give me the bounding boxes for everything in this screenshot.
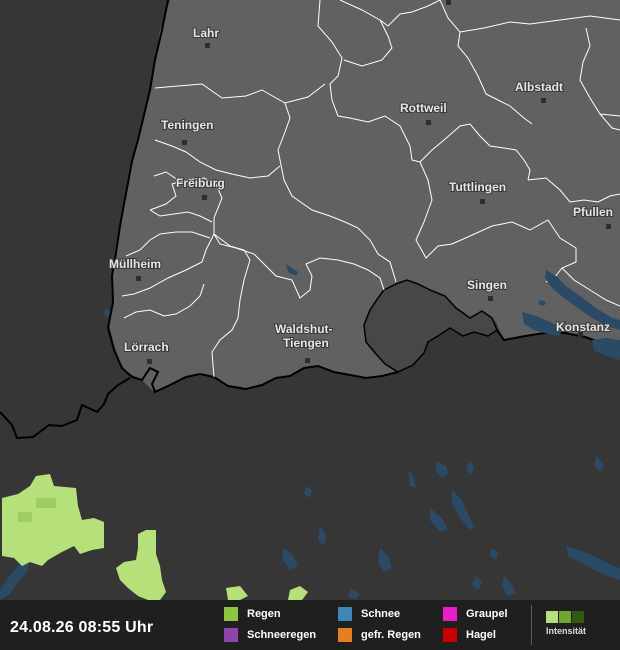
city-label-tiengen: Tiengen [283, 336, 329, 350]
radar-timestamp: 24.08.26 08:55 Uhr [10, 619, 154, 636]
legend-item-gefr-regen: gefr. Regen [338, 627, 421, 643]
city-label-tuttlingen: Tuttlingen [449, 180, 506, 194]
legend-label: Regen [247, 608, 281, 620]
city-label-lahr: Lahr [193, 26, 219, 40]
intensity-swatch-low [546, 611, 558, 623]
legend-divider [531, 605, 532, 645]
radar-map[interactable]: Lahr Teningen Freiburg Müllheim Lörrach … [0, 0, 620, 650]
city-label-singen: Singen [467, 278, 507, 292]
legend-label: gefr. Regen [361, 629, 421, 641]
legend-item-graupel: Graupel [443, 606, 508, 622]
intensity-label: Intensität [546, 626, 587, 636]
city-label-albstadt: Albstadt [515, 80, 563, 94]
schneeregen-swatch [224, 628, 238, 642]
intensity-scale: Intensität [546, 611, 586, 636]
intensity-swatch-high [572, 611, 584, 623]
graupel-swatch [443, 607, 457, 621]
city-label-freiburg: Freiburg [176, 176, 225, 190]
legend-item-hagel: Hagel [443, 627, 496, 643]
hagel-swatch [443, 628, 457, 642]
gefr-regen-swatch [338, 628, 352, 642]
city-label-teningen: Teningen [161, 118, 213, 132]
legend-item-schneeregen: Schneeregen [224, 627, 316, 643]
city-label-konstanz: Konstanz [556, 320, 610, 334]
city-label-loerrach: Lörrach [124, 340, 169, 354]
regen-swatch [224, 607, 238, 621]
legend-item-schnee: Schnee [338, 606, 400, 622]
legend-bar: 24.08.26 08:55 Uhr Regen Schneeregen Sch… [0, 600, 620, 650]
legend-label: Schnee [361, 608, 401, 620]
city-label-waldshut: Waldshut- [275, 322, 333, 336]
city-label-muellheim: Müllheim [109, 257, 161, 271]
intensity-swatch-mid [559, 611, 571, 623]
schnee-swatch [338, 607, 352, 621]
legend-label: Schneeregen [247, 629, 317, 641]
city-label-rottweil: Rottweil [400, 101, 447, 115]
city-label-pfullen: Pfullen [573, 205, 613, 219]
legend-label: Graupel [466, 608, 508, 620]
legend-item-regen: Regen [224, 606, 281, 622]
intensity-swatches [546, 611, 586, 623]
legend-label: Hagel [466, 629, 496, 641]
